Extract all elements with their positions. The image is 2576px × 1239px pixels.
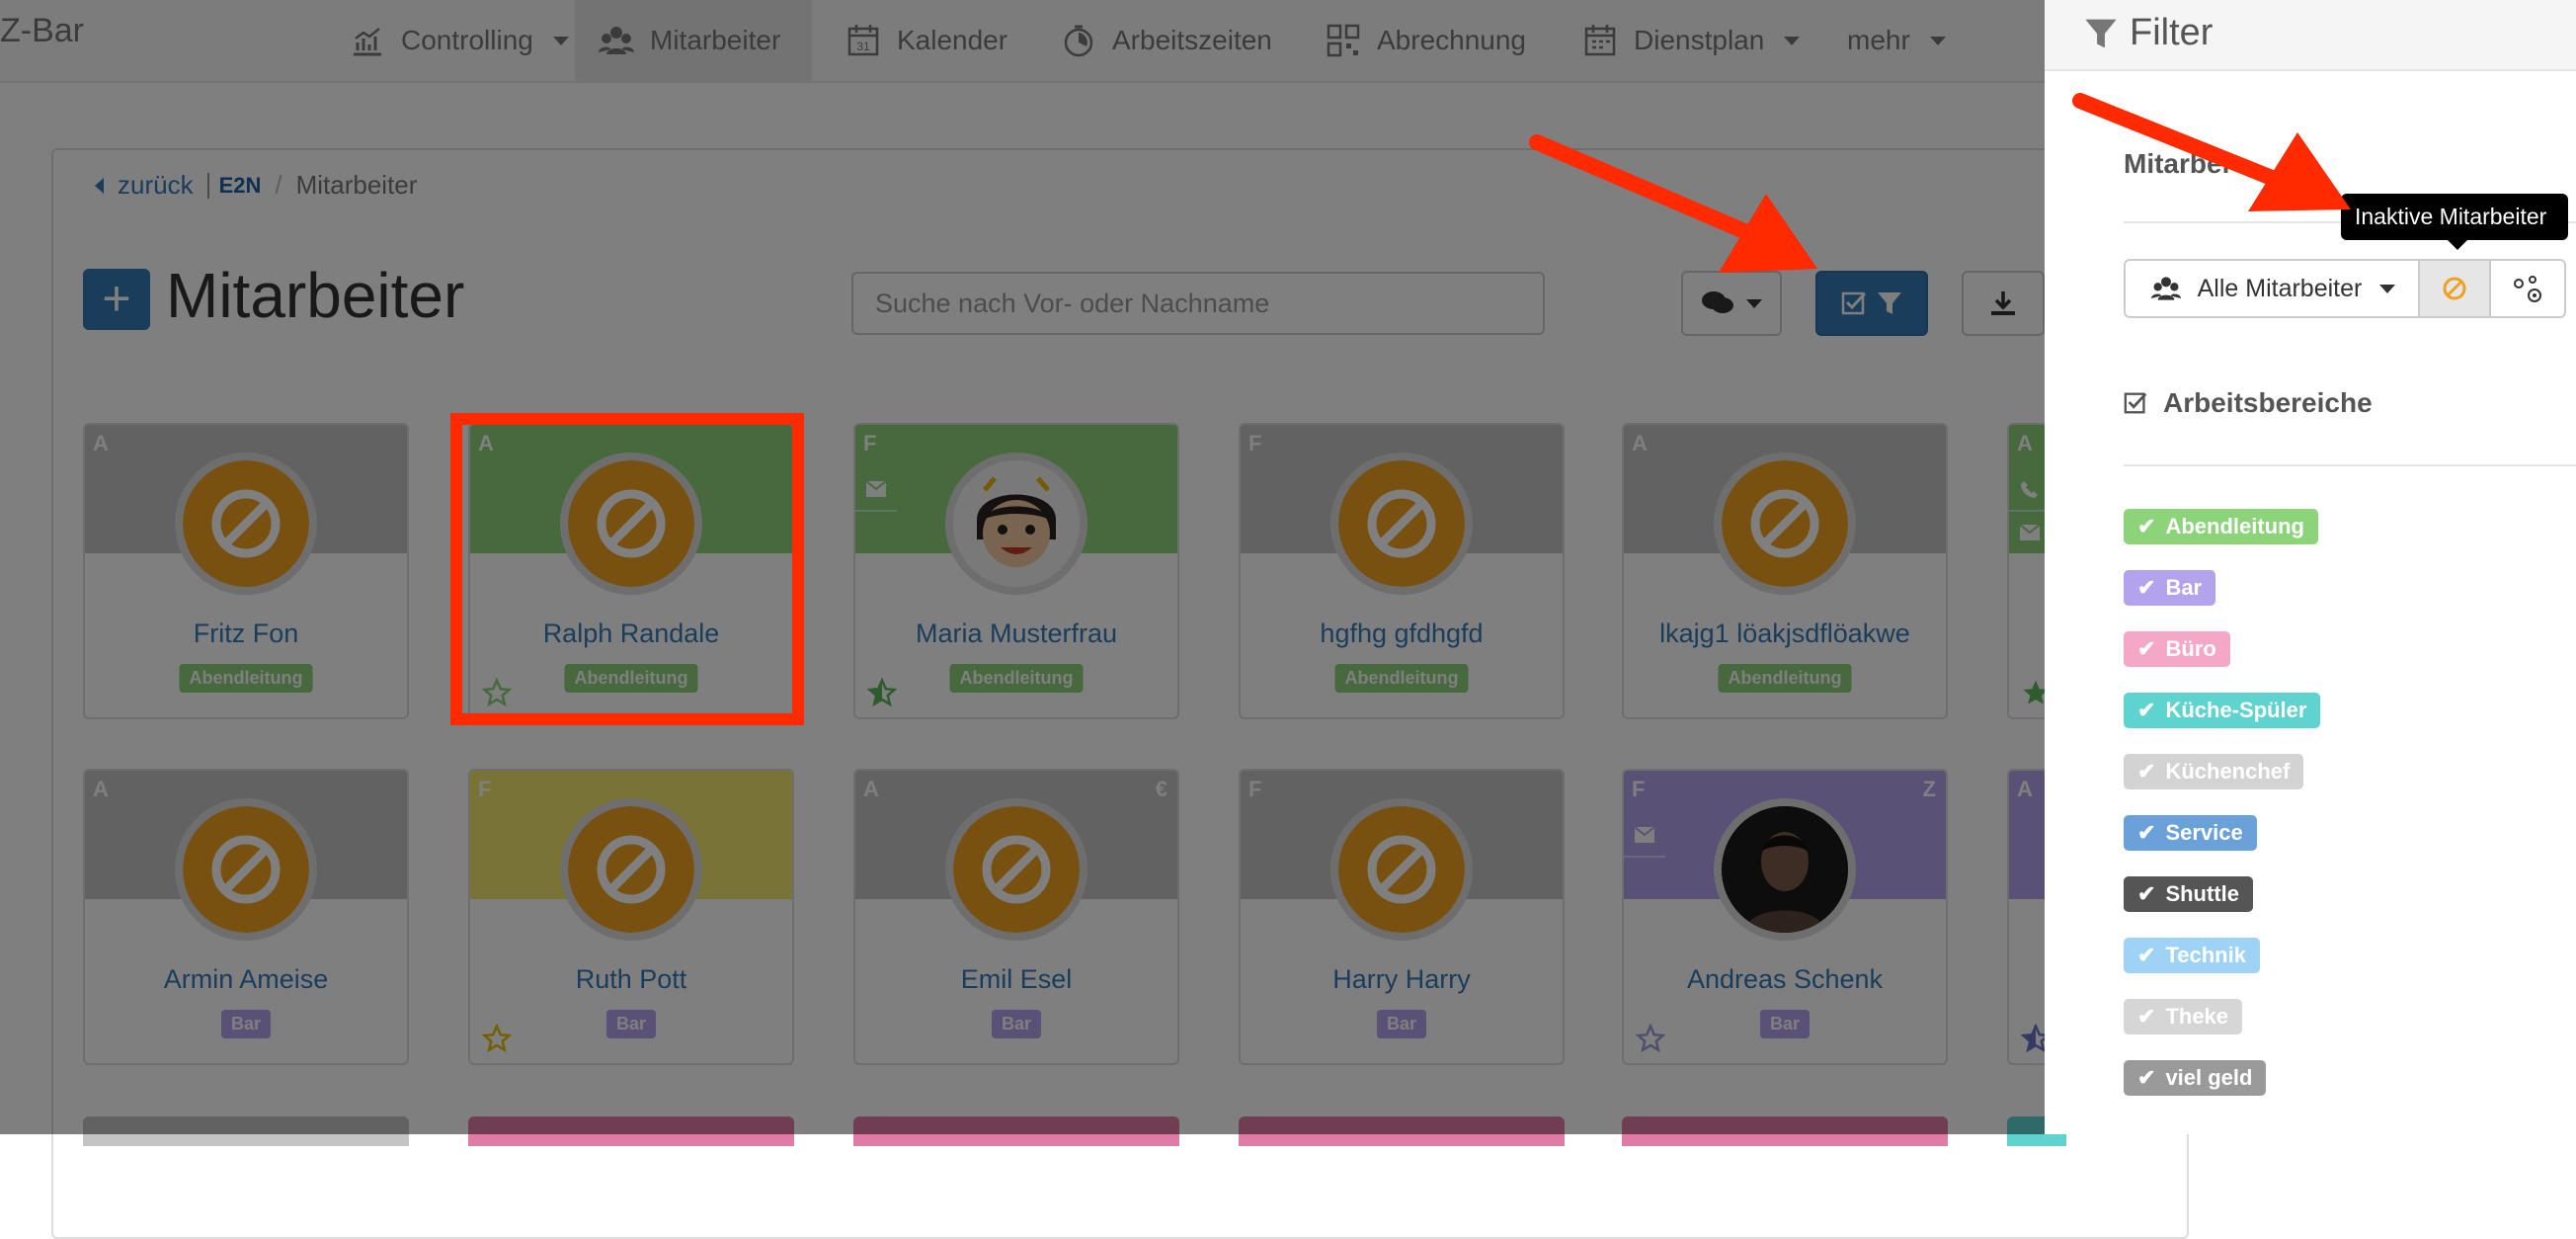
filter-icon — [2085, 19, 2117, 47]
users-cog-icon — [2514, 276, 2541, 302]
check-icon: ✔ — [2137, 820, 2156, 845]
work-area-filter-theke[interactable]: ✔ Theke — [2124, 999, 2243, 1034]
inactive-employees-toggle[interactable] — [2418, 259, 2491, 318]
work-area-filter-shuttle[interactable]: ✔ Shuttle — [2124, 876, 2253, 912]
tooltip: Inaktive Mitarbeiter — [2341, 194, 2568, 250]
check-icon: ✔ — [2137, 759, 2156, 784]
annotation-arrow — [1529, 134, 1817, 273]
tooltip-text: Inaktive Mitarbeiter — [2341, 194, 2568, 240]
chevron-down-icon — [2379, 284, 2396, 293]
ban-icon — [2443, 277, 2466, 300]
check-icon: ✔ — [2137, 1065, 2156, 1090]
check-icon: ✔ — [2137, 575, 2156, 600]
employee-status-toggle: Alle Mitarbeiter — [2124, 259, 2566, 318]
annotation-arrow — [2072, 93, 2351, 211]
work-area-filter-buero[interactable]: ✔ Büro — [2124, 631, 2230, 667]
external-employees-toggle[interactable] — [2489, 259, 2566, 318]
work-area-filter-abendleitung[interactable]: ✔ Abendleitung — [2124, 509, 2318, 544]
check-icon: ✔ — [2137, 943, 2156, 967]
work-area-filter-kuechenchef[interactable]: ✔ Küchenchef — [2124, 754, 2304, 789]
work-area-filter-kueche-spueler[interactable]: ✔ Küche-Spüler — [2124, 693, 2321, 728]
filter-title: Filter — [2084, 12, 2213, 54]
work-area-filter-service[interactable]: ✔ Service — [2124, 815, 2257, 851]
work-areas-title: Arbeitsbereiche — [2124, 387, 2373, 419]
check-icon: ✔ — [2137, 1004, 2156, 1029]
divider — [2124, 464, 2576, 466]
check-icon: ✔ — [2137, 881, 2156, 906]
work-area-filter-technik[interactable]: ✔ Technik — [2124, 938, 2260, 973]
highlight-box — [450, 413, 804, 725]
check-icon: ✔ — [2137, 698, 2156, 722]
checkbox-icon — [2124, 392, 2147, 414]
check-icon: ✔ — [2137, 636, 2156, 661]
work-area-filter-viel-geld[interactable]: ✔ viel geld — [2124, 1060, 2267, 1096]
check-icon: ✔ — [2137, 514, 2156, 538]
users-icon — [2150, 277, 2181, 300]
work-area-filter-bar[interactable]: ✔ Bar — [2124, 570, 2216, 606]
all-employees-dropdown[interactable]: Alle Mitarbeiter — [2124, 259, 2420, 318]
